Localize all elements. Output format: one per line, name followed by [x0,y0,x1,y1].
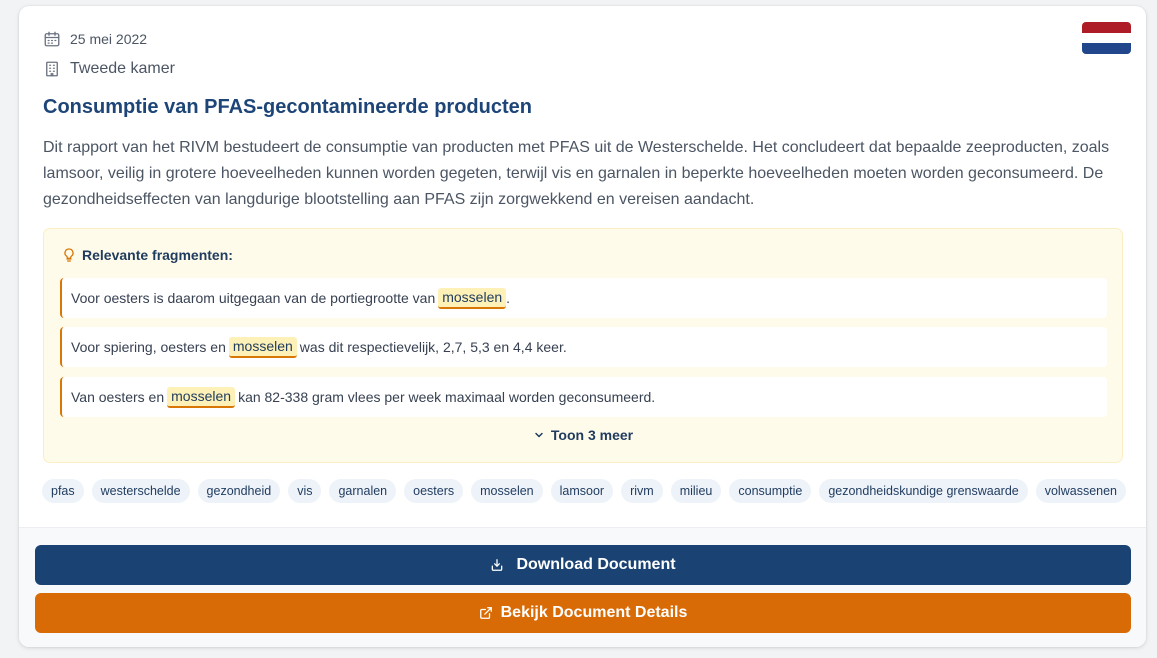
fragment-item: Voor oesters is daarom uitgegaan van de … [60,278,1107,318]
fragment-highlight: mosselen [228,336,297,358]
chevron-down-icon [535,432,543,438]
tag[interactable]: gezondheidskundige grenswaarde [819,479,1028,503]
fragment-highlight: mosselen [438,287,507,309]
tag[interactable]: pfas [42,479,84,503]
tag[interactable]: milieu [670,479,722,503]
fragment-text-before: Van oesters en [71,389,165,405]
view-document-details-button[interactable]: Bekijk Document Details [35,593,1131,633]
calendar-icon [44,31,60,47]
tag[interactable]: volwassenen [1035,479,1126,503]
document-chamber: Tweede kamer [43,60,175,78]
netherlands-flag [1082,22,1131,54]
relevant-fragments-panel: Relevante fragmenten: Voor oesters is da… [43,228,1123,463]
tag[interactable]: gezondheid [197,479,281,503]
tag[interactable]: garnalen [329,479,397,503]
tag[interactable]: lamsoor [550,479,614,503]
fragment-item: Van oesters en mosselen kan 82-338 gram … [60,377,1107,417]
fragment-text-before: Voor spiering, oesters en [71,339,226,355]
tag[interactable]: vis [288,479,322,503]
tag[interactable]: mosselen [471,479,543,503]
fragments-heading: Relevante fragmenten: [61,247,233,263]
card-actions: Download Document Bekijk Document Detail… [19,527,1146,647]
download-icon [492,559,503,571]
download-document-button[interactable]: Download Document [35,545,1131,585]
lightbulb-icon [64,248,74,262]
download-document-label: Download Document [516,556,676,573]
fragment-highlight: mosselen [167,386,236,408]
fragments-heading-label: Relevante fragmenten: [82,247,233,263]
fragment-text-before: Voor oesters is daarom uitgegaan van de … [71,290,436,306]
external-link-icon [479,607,492,619]
show-more-button[interactable]: Toon 3 meer [44,427,1122,443]
show-more-label: Toon 3 meer [550,427,634,443]
document-title: Consumptie van PFAS-gecontamineerde prod… [43,96,532,118]
fragment-text-after: was dit respectievelijk, 2,7, 5,3 en 4,4… [299,339,567,355]
document-card: 25 mei 2022 Tweede kamer Consumptie van … [19,6,1146,647]
fragment-text-after: kan 82-338 gram vlees per week maximaal … [238,389,656,405]
fragment-text-after: . [506,290,511,306]
tag[interactable]: rivm [621,479,663,503]
date-label: 25 mei 2022 [70,31,148,47]
document-summary: Dit rapport van het RIVM bestudeert de c… [43,139,1110,208]
tag[interactable]: consumptie [729,479,812,503]
tag-list: pfas westerschelde gezondheid vis garnal… [42,479,1126,503]
document-date: 25 mei 2022 [43,30,147,48]
tag[interactable]: westerschelde [91,479,190,503]
tag[interactable]: oesters [404,479,464,503]
fragment-item: Voor spiering, oesters en mosselen was d… [60,327,1107,367]
view-document-details-label: Bekijk Document Details [500,604,688,621]
building-icon [46,61,58,77]
chamber-label: Tweede kamer [70,60,175,77]
